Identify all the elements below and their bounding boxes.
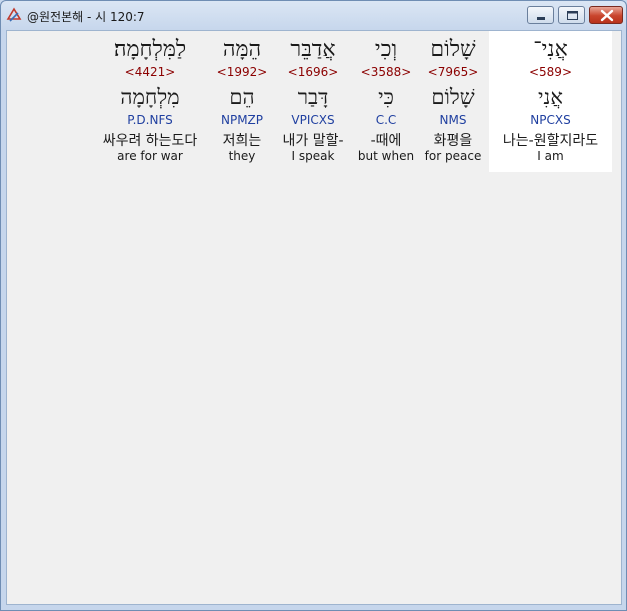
korean-gloss: 싸우려 하는도다	[102, 133, 198, 149]
maximize-button[interactable]	[558, 6, 585, 24]
korean-gloss: 화평을	[433, 133, 473, 149]
korean-gloss: -때에	[370, 133, 402, 149]
hebrew-lemma: דָּבַר	[297, 85, 329, 109]
morphology-code[interactable]: C.C	[353, 113, 419, 127]
app-window: @원전본해 - 시 120:7 אֲנִי־ <589> אֲנִי NPCXS	[0, 0, 627, 611]
english-gloss: are for war	[117, 149, 183, 163]
morphology-code[interactable]: NMS	[419, 113, 487, 127]
english-gloss: I speak	[291, 149, 335, 163]
maximize-icon	[567, 11, 578, 20]
window-title: @원전본해 - 시 120:7	[27, 10, 145, 24]
morphology-code[interactable]: VPICXS	[278, 113, 348, 127]
hebrew-lemma: מִלְחָמָה	[120, 85, 180, 109]
minimize-icon	[537, 17, 545, 20]
title-bar[interactable]: @원전본해 - 시 120:7	[1, 1, 626, 30]
korean-gloss: 나는-원할지라도	[502, 133, 599, 149]
english-gloss: but when	[357, 149, 415, 163]
hebrew-word: הֵמָּה	[222, 37, 262, 62]
morphology-code[interactable]: NPCXS	[489, 113, 612, 127]
close-button[interactable]	[589, 6, 623, 24]
hebrew-lemma: כִּי	[378, 85, 394, 109]
english-gloss: for peace	[424, 149, 482, 163]
strong-number[interactable]: <1992>	[212, 65, 272, 79]
hebrew-lemma: שָׁלוֹם	[431, 85, 475, 109]
strong-number[interactable]: <1696>	[278, 65, 348, 79]
hebrew-word: לַמִּלְחָמָה׃	[113, 37, 187, 62]
hebrew-word: אֲנִי־	[533, 37, 568, 62]
korean-gloss: 저희는	[222, 133, 262, 149]
interlinear-view[interactable]: אֲנִי־ <589> אֲנִי NPCXS 나는-원할지라도 I am ש…	[6, 30, 622, 605]
morphology-code[interactable]: NPMZP	[212, 113, 272, 127]
strong-number[interactable]: <7965>	[419, 65, 487, 79]
strong-number[interactable]: <3588>	[353, 65, 419, 79]
morphology-code[interactable]: P.D.NFS	[95, 113, 205, 127]
hebrew-word: שָׁלוֹם	[430, 37, 476, 62]
strong-number[interactable]: <4421>	[95, 65, 205, 79]
strong-number[interactable]: <589>	[489, 65, 612, 79]
hebrew-word: אֲדַבֵּר	[290, 37, 336, 62]
minimize-button[interactable]	[527, 6, 554, 24]
hebrew-lemma: הֵם	[229, 85, 255, 109]
app-icon[interactable]	[6, 7, 22, 23]
english-gloss: they	[228, 149, 256, 163]
english-gloss: I am	[537, 149, 564, 163]
hebrew-word: וְכִי	[374, 37, 398, 62]
hebrew-lemma: אֲנִי	[538, 85, 563, 109]
close-icon	[600, 9, 614, 22]
korean-gloss: 내가 말할-	[282, 133, 344, 149]
